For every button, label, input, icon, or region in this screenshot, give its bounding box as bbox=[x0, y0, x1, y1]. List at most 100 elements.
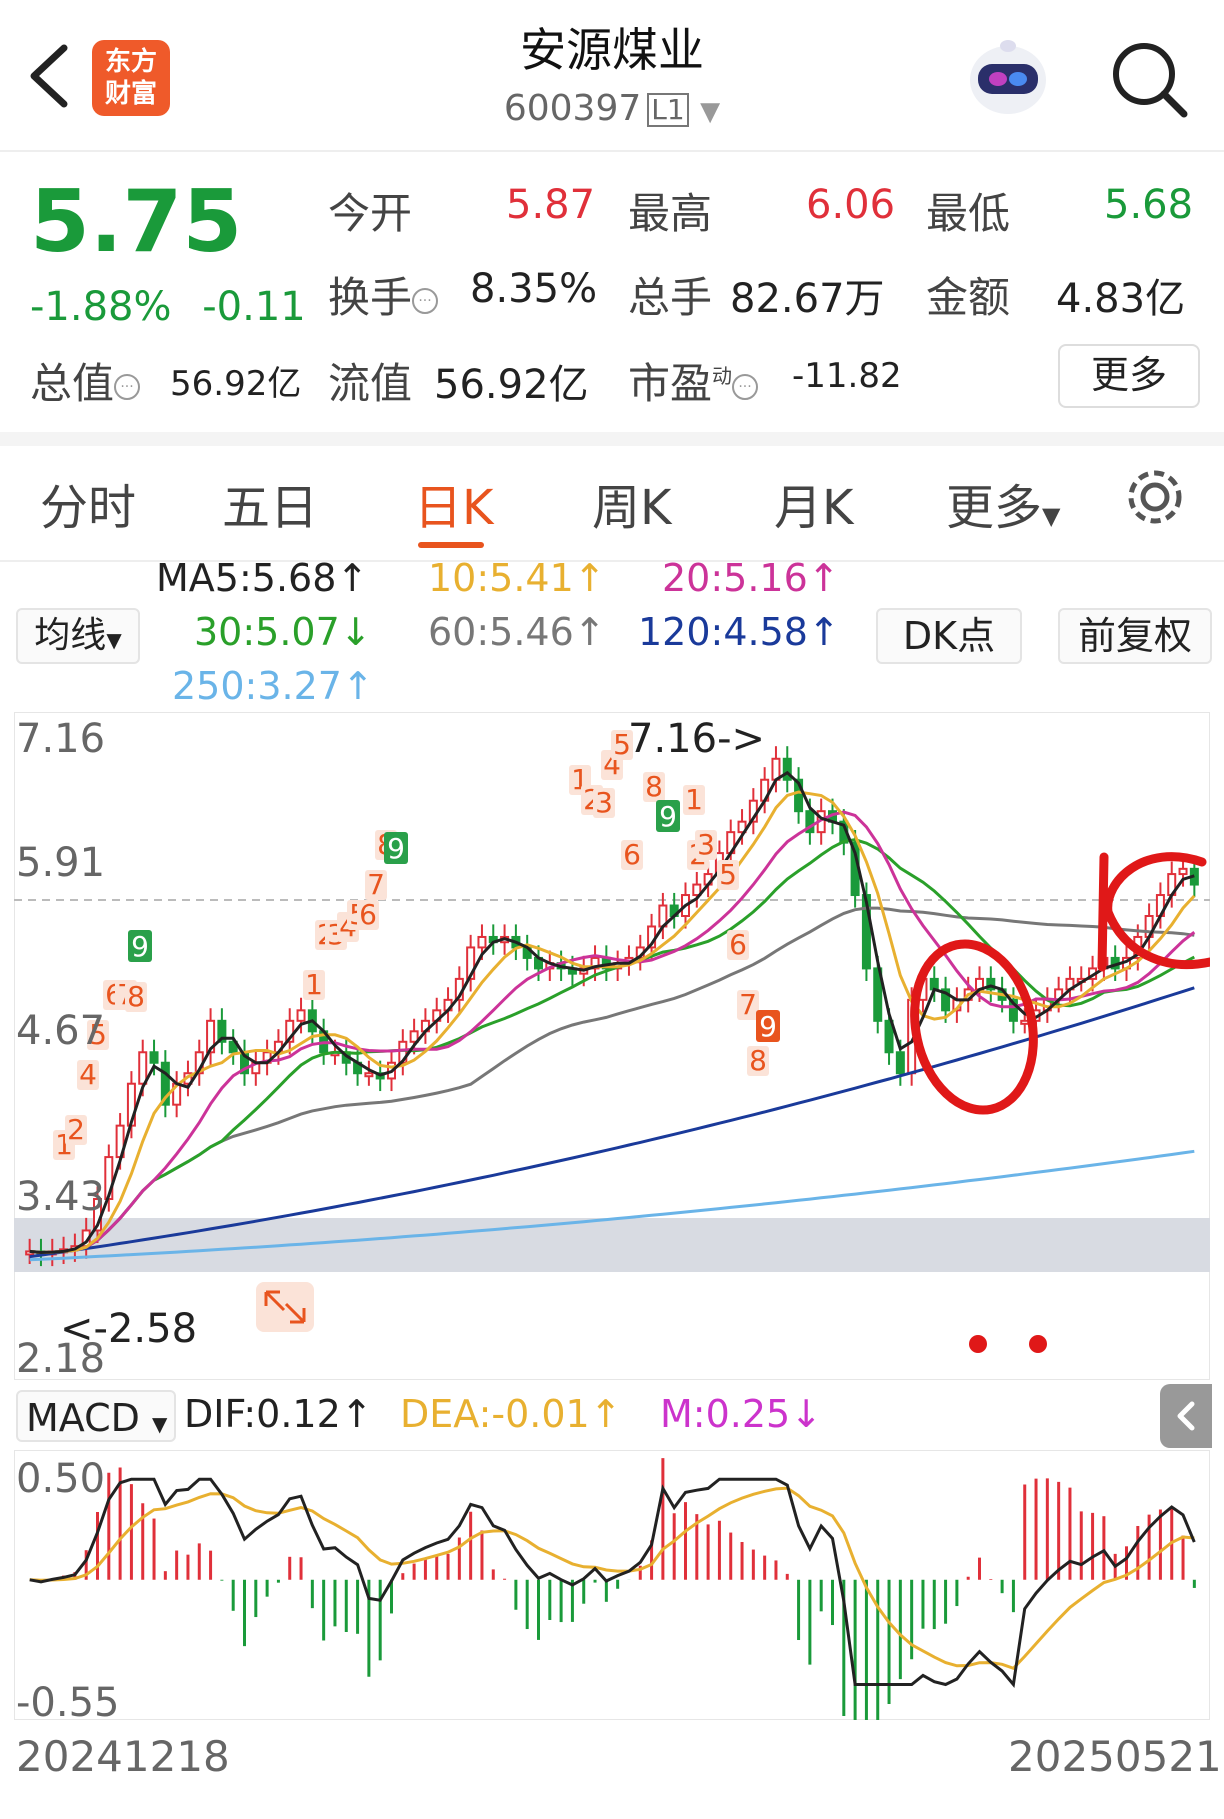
td-mark: 1 bbox=[683, 783, 705, 816]
svg-text:8: 8 bbox=[127, 980, 145, 1013]
macd-m-value: M:0.25↓ bbox=[660, 1392, 823, 1436]
stock-code[interactable]: 600397 L1 ▼ bbox=[380, 88, 844, 129]
ma5-value: MA5:5.68↑ bbox=[156, 556, 369, 600]
ma30-value: 30:5.07↓ bbox=[194, 610, 372, 654]
caret-down-icon: ▼ bbox=[700, 97, 721, 127]
open-value: 5.87 bbox=[506, 182, 596, 228]
svg-text:9: 9 bbox=[387, 832, 405, 865]
more-quote-button[interactable]: 更多 bbox=[1058, 344, 1200, 408]
td-mark: 6 bbox=[357, 898, 379, 931]
low-value: 5.68 bbox=[1104, 182, 1194, 228]
svg-text:3: 3 bbox=[697, 828, 715, 861]
level-badge: L1 bbox=[647, 93, 689, 127]
low-price-note: <-2.58 bbox=[60, 1306, 198, 1352]
svg-text:6: 6 bbox=[623, 838, 641, 871]
td-mark: 6 bbox=[621, 838, 643, 871]
td-mark: 4 bbox=[77, 1058, 99, 1091]
top-bar: 东方 财富 安源煤业 600397 L1 ▼ bbox=[0, 0, 1224, 152]
back-icon[interactable] bbox=[24, 38, 84, 114]
td-mark: 9 bbox=[656, 800, 680, 833]
y-label: 5.91 bbox=[16, 840, 106, 886]
open-label: 今开 bbox=[328, 189, 413, 238]
svg-text:1: 1 bbox=[685, 783, 703, 816]
price-change: -1.88% -0.11 bbox=[30, 284, 306, 330]
svg-text:8: 8 bbox=[749, 1044, 767, 1077]
svg-text:9: 9 bbox=[759, 1010, 777, 1043]
td-mark: 9 bbox=[384, 832, 408, 865]
tab-five-day[interactable]: 五日 bbox=[222, 468, 318, 538]
td-mark: 3 bbox=[593, 786, 615, 819]
float-label: 流值 bbox=[328, 359, 413, 408]
amount-value: 4.83亿 bbox=[1056, 276, 1186, 322]
turnover-label: 换手 ··· bbox=[328, 264, 439, 325]
td-mark: 8 bbox=[747, 1044, 769, 1077]
search-icon[interactable] bbox=[1106, 36, 1190, 120]
amount-label: 金额 bbox=[926, 273, 1011, 322]
svg-text:7: 7 bbox=[367, 868, 385, 901]
macd-y-label: 0.50 bbox=[16, 1456, 106, 1502]
ma20-value: 20:5.16↑ bbox=[662, 556, 840, 600]
svg-text:6: 6 bbox=[729, 928, 747, 961]
dea-value: DEA:-0.01↑ bbox=[400, 1392, 622, 1436]
volume-value: 82.67万 bbox=[730, 276, 885, 322]
svg-text:9: 9 bbox=[131, 930, 149, 963]
annotation-dot bbox=[969, 1335, 987, 1353]
collapse-panel-button[interactable] bbox=[1160, 1384, 1212, 1448]
svg-text:5: 5 bbox=[719, 858, 737, 891]
low-label: 最低 bbox=[926, 189, 1011, 238]
svg-text:6: 6 bbox=[359, 898, 377, 931]
ma-selector-button[interactable]: 均线▼ bbox=[16, 608, 140, 664]
app-logo: 东方 财富 bbox=[92, 40, 170, 116]
y-label: 4.67 bbox=[16, 1008, 106, 1054]
y-label: 3.43 bbox=[16, 1174, 106, 1220]
pe-value: -11.82 bbox=[792, 356, 902, 396]
tab-intraday[interactable]: 分时 bbox=[40, 468, 136, 538]
svg-text:3: 3 bbox=[595, 786, 613, 819]
volume-label: 总手 bbox=[628, 273, 713, 322]
active-tab-indicator bbox=[418, 542, 484, 548]
td-mark: 6 bbox=[727, 928, 749, 961]
tab-daily-k[interactable]: 日K bbox=[414, 468, 493, 538]
mktcap-label: 总值 ··· bbox=[30, 350, 141, 411]
forward-adjust-button[interactable]: 前复权 bbox=[1058, 608, 1212, 664]
tab-weekly-k[interactable]: 周K bbox=[592, 468, 671, 538]
td-mark: 3 bbox=[695, 828, 717, 861]
change-amount: -0.11 bbox=[202, 284, 306, 330]
settings-gear-icon[interactable] bbox=[1124, 466, 1186, 532]
info-icon[interactable]: ··· bbox=[732, 373, 759, 400]
macd-chart[interactable] bbox=[14, 1450, 1210, 1720]
svg-text:2: 2 bbox=[67, 1113, 85, 1146]
high-label: 最高 bbox=[628, 189, 713, 238]
td-mark: 9 bbox=[756, 1010, 780, 1043]
td-mark: 5 bbox=[717, 858, 739, 891]
svg-text:4: 4 bbox=[79, 1058, 97, 1091]
tab-monthly-k[interactable]: 月K bbox=[774, 468, 853, 538]
td-mark: 8 bbox=[643, 770, 665, 803]
td-mark: 8 bbox=[125, 980, 147, 1013]
assistant-robot-icon[interactable] bbox=[960, 34, 1056, 120]
mktcap-value: 56.92亿 bbox=[170, 364, 302, 404]
dk-point-button[interactable]: DK点 bbox=[876, 608, 1022, 664]
change-percent: -1.88% bbox=[30, 284, 172, 330]
td-mark: 7 bbox=[365, 868, 387, 901]
dk-band bbox=[14, 1218, 1210, 1272]
ma10-value: 10:5.41↑ bbox=[428, 556, 606, 600]
ma250-value: 250:3.27↑ bbox=[172, 664, 374, 708]
info-icon[interactable]: ··· bbox=[412, 287, 439, 314]
pe-label: 市盈动 ··· bbox=[628, 350, 759, 411]
date-start: 20241218 bbox=[16, 1732, 230, 1781]
period-tabs: 分时 五日 日K 周K 月K 更多▼ bbox=[0, 432, 1224, 562]
macd-y-label: -0.55 bbox=[16, 1680, 120, 1726]
td-mark: 7 bbox=[737, 988, 759, 1021]
expand-arrows-icon[interactable] bbox=[256, 1282, 314, 1332]
svg-text:9: 9 bbox=[659, 800, 677, 833]
tab-more[interactable]: 更多▼ bbox=[946, 468, 1060, 538]
ma60-value: 60:5.46↑ bbox=[428, 610, 606, 654]
annotation-dot bbox=[1029, 1335, 1047, 1353]
ma120-value: 120:4.58↑ bbox=[638, 610, 840, 654]
date-end: 20250521 bbox=[1008, 1732, 1222, 1781]
td-mark: 2 bbox=[65, 1113, 87, 1146]
indicator-selector-button[interactable]: MACD ▼ bbox=[16, 1390, 176, 1442]
candlestick-chart[interactable]: 124567891234567891234568912356798 bbox=[14, 712, 1210, 1380]
info-icon[interactable]: ··· bbox=[114, 373, 141, 400]
